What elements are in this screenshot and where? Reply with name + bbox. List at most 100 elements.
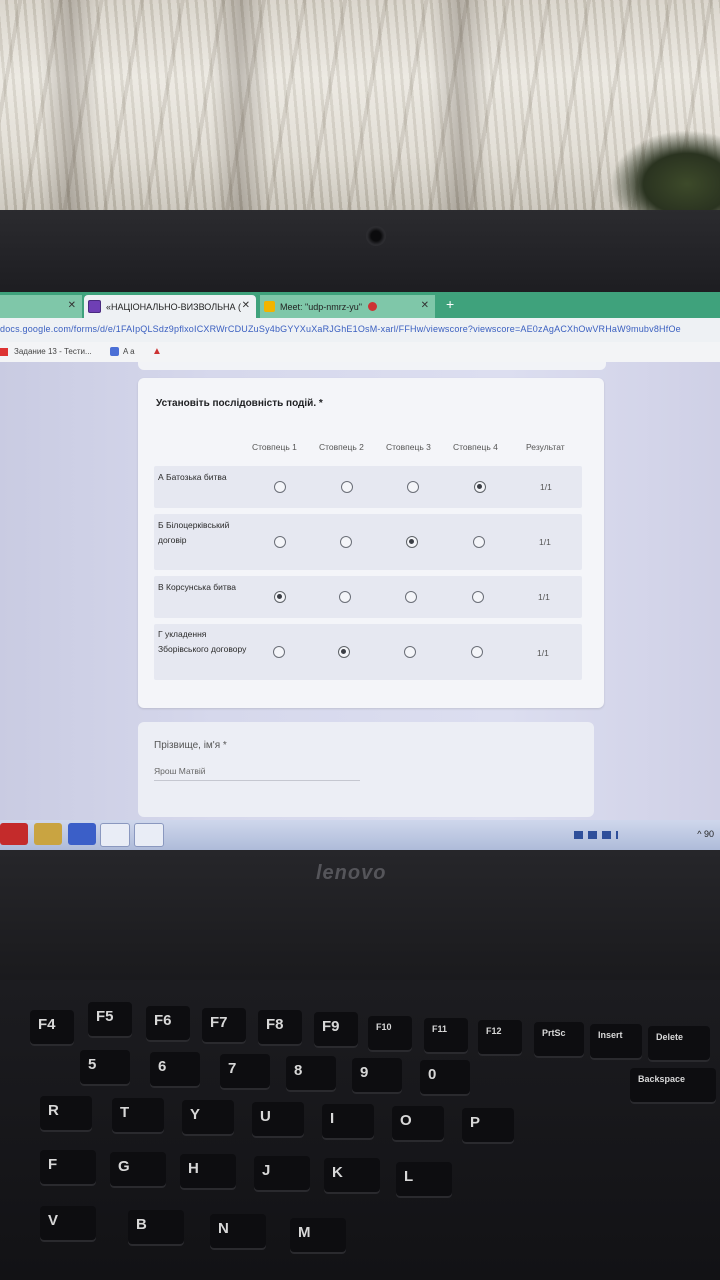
name-answer-field[interactable]: Ярош Матвій (154, 766, 360, 781)
tab-label: «НАЦІОНАЛЬНО-ВИЗВОЛЬНА ( (106, 301, 241, 312)
question-title: Установіть послідовність подій. * (156, 398, 323, 409)
keyboard-key: K (324, 1158, 380, 1194)
tab-label: Meet: "udp-nmrz-yu" (280, 301, 362, 312)
keyboard-key: P (462, 1108, 514, 1144)
folder-icon[interactable] (34, 823, 62, 845)
radio-option[interactable] (474, 481, 486, 493)
meet-icon (264, 301, 275, 312)
radio-option[interactable] (274, 481, 286, 493)
radio-option[interactable] (404, 646, 416, 658)
bookmark-icon (110, 347, 119, 356)
keyboard-key: R (40, 1096, 92, 1132)
keyboard-key: J (254, 1156, 310, 1192)
radio-option[interactable] (471, 646, 483, 658)
bookmark-icon (0, 347, 8, 356)
keyboard-key: F9 (314, 1012, 358, 1048)
keyboard-key: H (180, 1154, 236, 1190)
radio-option[interactable] (406, 536, 418, 548)
curtain-background (0, 0, 720, 220)
browser-tab[interactable]: Meet: "udp-nmrz-yu" ✕ (260, 295, 435, 318)
row-label: В Корсунська битва (158, 582, 236, 592)
row-result: 1/1 (537, 648, 549, 658)
forms-icon (88, 300, 101, 313)
previous-question-card (138, 362, 606, 370)
grid-row: Г укладення Зборівського договору 1/1 (154, 624, 582, 680)
keyboard-key: 9 (352, 1058, 402, 1094)
word-icon[interactable] (68, 823, 96, 845)
keyboard-key: Y (182, 1100, 234, 1136)
lenovo-logo: lenovo (316, 862, 387, 884)
chrome-icon[interactable] (134, 823, 164, 847)
keyboard-key: F (40, 1150, 96, 1186)
keyboard-key: F4 (30, 1010, 74, 1046)
keyboard-key: G (110, 1152, 166, 1188)
column-header: Стовпець 3 (386, 442, 431, 452)
chrome-icon[interactable] (100, 823, 130, 847)
keyboard-key: V (40, 1206, 96, 1242)
row-label: Г укладення Зборівського договору (158, 629, 247, 654)
radio-option[interactable] (274, 591, 286, 603)
keyboard-key: 7 (220, 1054, 270, 1090)
radio-option[interactable] (405, 591, 417, 603)
keyboard-key: PrtSc (534, 1022, 584, 1058)
close-icon[interactable]: ✕ (68, 300, 76, 311)
column-header: Результат (526, 442, 565, 452)
grid-row: Б Білоцерківський договір 1/1 (154, 514, 582, 570)
keyboard-key: F10 (368, 1016, 412, 1052)
keyboard-key: L (396, 1162, 452, 1198)
system-tray-icons[interactable] (574, 831, 618, 839)
keyboard-key: F7 (202, 1008, 246, 1044)
system-tray[interactable]: ^ 90 (697, 829, 714, 839)
laptop-screen: ✕ «НАЦІОНАЛЬНО-ВИЗВОЛЬНА ( ✕ Meet: "udp-… (0, 292, 720, 850)
bookmarks-bar: Задание 13 - Тести... A a ▲ (0, 342, 720, 363)
keyboard-key: U (252, 1102, 304, 1138)
column-header: Стовпець 1 (252, 442, 297, 452)
url-text[interactable]: docs.google.com/forms/d/e/1FAIpQLSdz9pfl… (0, 324, 681, 334)
keyboard-key: 0 (420, 1060, 470, 1096)
radio-option[interactable] (407, 481, 419, 493)
browser-tab-active[interactable]: «НАЦІОНАЛЬНО-ВИЗВОЛЬНА ( ✕ (84, 295, 256, 318)
keyboard-key: F12 (478, 1020, 522, 1056)
curtain-fold (430, 0, 490, 220)
grid-row: А Батозька битва 1/1 (154, 466, 582, 508)
start-app-icon[interactable] (0, 823, 28, 845)
name-question-label: Прізвище, ім'я * (154, 740, 227, 751)
keyboard-key: O (392, 1106, 444, 1142)
webcam (366, 226, 386, 246)
radio-option[interactable] (338, 646, 350, 658)
radio-option[interactable] (274, 536, 286, 548)
warning-icon[interactable]: ▲ (152, 346, 162, 357)
windows-taskbar: ^ 90 (0, 820, 720, 850)
row-label: А Батозька битва (158, 472, 227, 482)
close-icon[interactable]: ✕ (242, 300, 250, 311)
row-result: 1/1 (540, 482, 552, 492)
radio-option[interactable] (341, 481, 353, 493)
curtain-fold (210, 0, 270, 220)
radio-option[interactable] (340, 536, 352, 548)
keyboard-key: N (210, 1214, 266, 1250)
new-tab-button[interactable]: + (446, 296, 454, 312)
keyboard-key: F8 (258, 1010, 302, 1046)
browser-tab[interactable]: ✕ (0, 295, 82, 318)
bookmark-item[interactable]: Задание 13 - Тести... (0, 347, 92, 356)
row-result: 1/1 (538, 592, 550, 602)
column-header: Стовпець 4 (453, 442, 498, 452)
keyboard-key: 8 (286, 1056, 336, 1092)
question-card: Установіть послідовність подій. * Стовпе… (138, 378, 604, 708)
row-result: 1/1 (539, 537, 551, 547)
keyboard-key: T (112, 1098, 164, 1134)
keyboard: F4 F5 F6 F7 F8 F9 F10 F11 F12 PrtSc Insert Delete 5 6… (0, 980, 720, 1280)
name-question-card: Прізвище, ім'я * Ярош Матвій (138, 722, 594, 817)
keyboard-key: 6 (150, 1052, 200, 1088)
bookmark-item[interactable]: A a (110, 347, 135, 356)
keyboard-key: Backspace (630, 1068, 716, 1104)
close-icon[interactable]: ✕ (421, 300, 429, 311)
keyboard-key: B (128, 1210, 184, 1246)
keyboard-key: I (322, 1104, 374, 1140)
radio-option[interactable] (473, 536, 485, 548)
radio-option[interactable] (339, 591, 351, 603)
radio-option[interactable] (273, 646, 285, 658)
radio-option[interactable] (472, 591, 484, 603)
address-bar[interactable]: docs.google.com/forms/d/e/1FAIpQLSdz9pfl… (0, 318, 720, 342)
keyboard-key: F6 (146, 1006, 190, 1042)
